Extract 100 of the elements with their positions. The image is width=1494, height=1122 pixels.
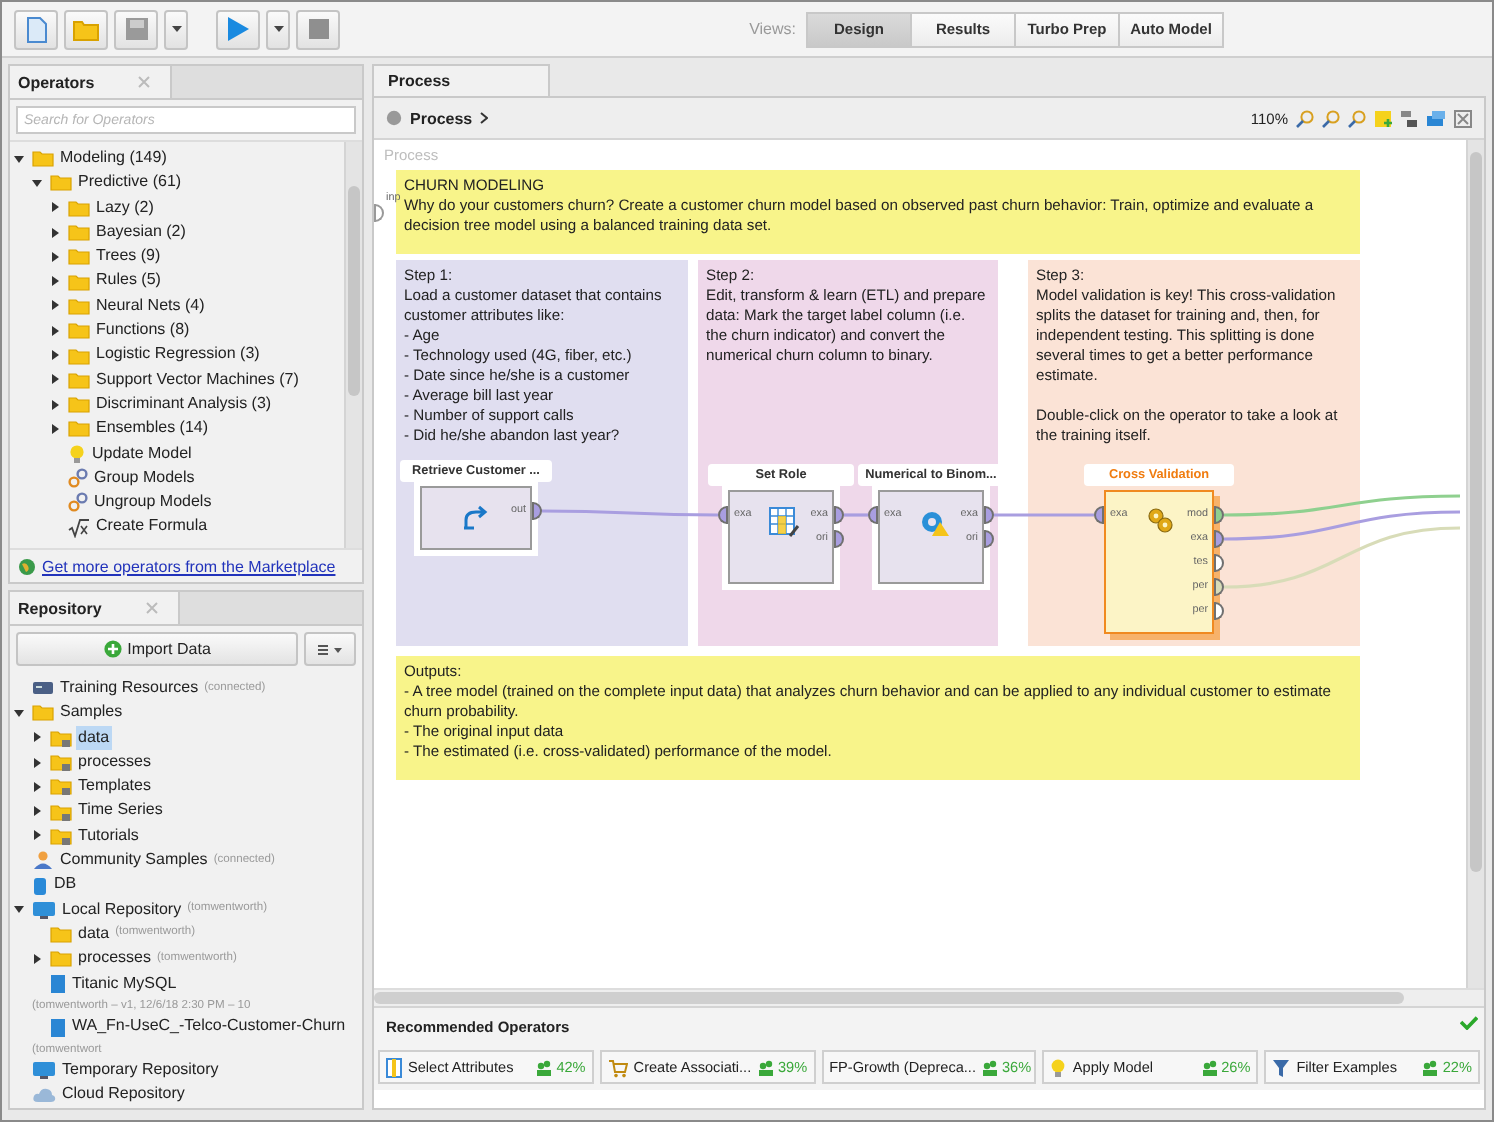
scrollbar[interactable] — [344, 142, 362, 548]
locked-folder-icon — [50, 801, 72, 822]
tree-item[interactable]: Modeling (149) — [58, 146, 169, 171]
caret-icon[interactable] — [50, 202, 60, 213]
tree-item[interactable]: Trees (9) — [94, 244, 163, 269]
output-port[interactable] — [532, 502, 542, 520]
zoom-out-icon[interactable] — [1322, 109, 1340, 127]
tree-item[interactable]: Tutorials — [76, 823, 141, 849]
marketplace-link[interactable]: Get more operators from the Marketplace — [42, 557, 336, 575]
caret-icon — [273, 26, 283, 32]
caret-icon[interactable] — [50, 374, 60, 385]
input-port[interactable] — [868, 506, 878, 524]
caret-icon[interactable] — [50, 276, 60, 287]
new-process-button[interactable] — [14, 9, 58, 49]
checkmark-icon — [1460, 1016, 1478, 1030]
output-port[interactable] — [1214, 506, 1224, 524]
caret-icon[interactable] — [32, 781, 42, 792]
breadcrumb-link[interactable]: Process — [410, 109, 473, 127]
output-port[interactable] — [1214, 602, 1224, 620]
sticky-note-icon[interactable] — [1374, 109, 1392, 127]
run-menu-button[interactable] — [266, 9, 290, 49]
import-data-button[interactable]: Import Data — [16, 632, 298, 666]
tree-item[interactable]: Cloud Repository — [60, 1082, 187, 1108]
tree-item[interactable]: Neural Nets (4) — [94, 293, 207, 319]
caret-icon — [171, 26, 181, 32]
tree-item[interactable]: WA_Fn-UseC_-Telco-Customer-Churn — [70, 1014, 348, 1040]
output-port[interactable] — [834, 530, 844, 548]
document-icon — [24, 15, 48, 43]
caret-icon[interactable] — [50, 423, 60, 434]
operator-box[interactable] — [420, 486, 532, 550]
menu-button[interactable] — [304, 632, 356, 666]
tree-item[interactable]: data — [76, 921, 112, 947]
tree-item[interactable]: Titanic MySQL — [70, 971, 179, 996]
tree-item[interactable]: Training Resources — [58, 676, 201, 701]
zoom-in-icon[interactable] — [1296, 109, 1314, 127]
caret-icon[interactable] — [50, 350, 60, 361]
folder-icon — [68, 246, 90, 267]
scrollbar[interactable] — [1466, 140, 1484, 988]
locked-folder-icon — [50, 727, 72, 748]
tree-item[interactable]: Rules (5) — [94, 268, 163, 294]
tree-item[interactable]: Time Series — [76, 798, 165, 824]
tree-item[interactable]: Predictive (61) — [76, 170, 184, 196]
output-port[interactable] — [984, 506, 994, 524]
tree-item[interactable]: Discriminant Analysis (3) — [94, 391, 274, 417]
tree-item[interactable]: Support Vector Machines (7) — [94, 367, 301, 392]
caret-icon[interactable] — [32, 732, 42, 743]
output-port[interactable] — [984, 530, 994, 548]
caret-icon[interactable] — [50, 325, 60, 336]
caret-icon[interactable] — [14, 904, 24, 915]
caret-icon[interactable] — [50, 227, 60, 238]
fit-icon[interactable] — [1454, 109, 1472, 127]
save-menu-button[interactable] — [164, 9, 188, 49]
tree-item[interactable]: Group Models — [92, 465, 197, 491]
caret-icon[interactable] — [50, 300, 60, 311]
process-tab[interactable]: Process — [372, 64, 550, 96]
tree-item[interactable]: processes — [76, 749, 153, 775]
output-port[interactable] — [1214, 578, 1224, 596]
tree-item[interactable]: Bayesian (2) — [94, 219, 188, 245]
output-port[interactable] — [1214, 554, 1224, 572]
tree-item[interactable]: Samples — [58, 700, 125, 726]
caret-icon[interactable] — [14, 153, 24, 164]
plus-icon — [103, 640, 122, 658]
tree-item[interactable]: Ensembles (14) — [94, 416, 211, 442]
folder-icon — [32, 702, 54, 723]
folder-icon — [32, 148, 54, 169]
zoom-reset-icon[interactable] — [1348, 109, 1366, 127]
output-port[interactable] — [1214, 530, 1224, 548]
layers-icon[interactable] — [1426, 109, 1446, 127]
folder-icon — [50, 948, 72, 969]
caret-icon[interactable] — [32, 757, 42, 768]
input-port[interactable] — [718, 506, 728, 524]
output-port[interactable] — [834, 506, 844, 524]
locked-folder-icon — [50, 825, 72, 846]
tree-item[interactable]: Community Samples — [58, 848, 210, 873]
scrollbar[interactable] — [374, 988, 1484, 1006]
caret-icon[interactable] — [32, 830, 42, 841]
tree-item[interactable]: Local Repository — [60, 897, 184, 922]
input-port[interactable] — [1094, 506, 1104, 524]
locked-folder-icon — [50, 752, 72, 773]
caret-icon[interactable] — [32, 177, 42, 188]
tree-item[interactable]: Temporary Repository — [60, 1058, 221, 1083]
tree-item[interactable]: Templates — [76, 774, 153, 799]
operator-box[interactable] — [878, 490, 984, 584]
process-input-port[interactable] — [374, 204, 384, 222]
tree-item[interactable]: Create Formula — [94, 514, 210, 540]
tree-item[interactable]: Lazy (2) — [94, 195, 156, 220]
caret-icon[interactable] — [32, 953, 42, 964]
tree-item[interactable]: processes — [76, 946, 153, 972]
caret-icon[interactable] — [14, 707, 24, 718]
tree-item[interactable]: Ungroup Models — [92, 490, 214, 515]
tree-item[interactable]: Logistic Regression (3) — [94, 342, 262, 368]
caret-icon[interactable] — [50, 399, 60, 410]
caret-icon[interactable] — [50, 251, 60, 262]
tree-item[interactable]: Update Model — [90, 441, 194, 466]
arrange-icon[interactable] — [1400, 109, 1418, 127]
operator-box[interactable] — [728, 490, 834, 584]
tree-item[interactable]: Functions (8) — [94, 318, 192, 343]
caret-icon[interactable] — [32, 806, 42, 817]
tree-item[interactable]: data — [76, 725, 112, 750]
tree-item[interactable]: DB — [52, 872, 79, 898]
